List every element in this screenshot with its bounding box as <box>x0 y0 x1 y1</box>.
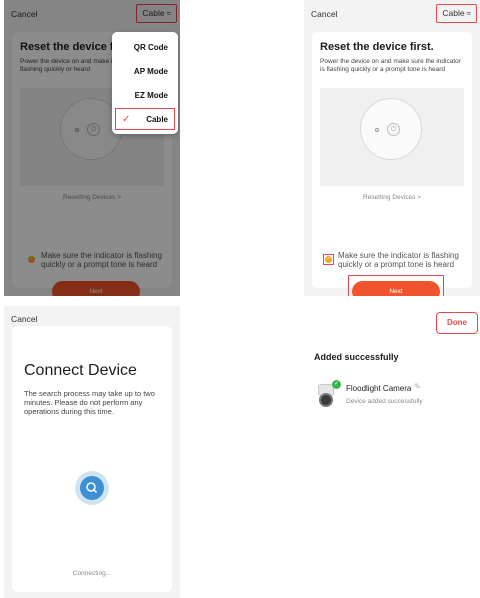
success-badge-icon: ✓ <box>332 380 341 389</box>
resetting-devices-label: Resetting Devices <box>363 194 416 201</box>
reset-screen-with-menu: Cancel Cable ≈ Reset the device firs Powe… <box>4 0 180 296</box>
menu-item-cable[interactable]: ✓ Cable <box>115 108 175 130</box>
indicator-light-icon <box>375 128 379 132</box>
added-title: Added successfully <box>314 352 399 362</box>
top-bar: Cancel Cable ≈ <box>304 0 480 28</box>
menu-item-qr-code[interactable]: QR Code <box>115 36 175 58</box>
device-illustration: ⏻ <box>320 88 464 186</box>
connect-title: Connect Device <box>24 362 137 379</box>
search-icon <box>80 476 104 500</box>
cancel-button[interactable]: Cancel <box>11 314 37 324</box>
menu-item-ap-mode[interactable]: AP Mode <box>115 60 175 82</box>
device-circle-icon: ⏻ <box>360 98 422 160</box>
search-spinner <box>75 471 109 505</box>
menu-item-cable-label: Cable <box>146 115 168 124</box>
cable-mode-button[interactable]: Cable ≈ <box>436 4 477 23</box>
camera-lens <box>319 393 333 407</box>
reset-screen: Cancel Cable ≈ Reset the device first. Po… <box>304 0 480 296</box>
check-icon: ✓ <box>325 256 332 263</box>
edit-icon[interactable]: ✎ <box>414 382 421 391</box>
connect-description: The search process may take up to two mi… <box>24 389 155 416</box>
cancel-button[interactable]: Cancel <box>311 9 337 19</box>
mode-dropdown-menu: QR Code AP Mode EZ Mode ✓ Cable <box>112 32 178 134</box>
checkbox[interactable]: ✓ <box>323 254 334 265</box>
connect-device-screen: Cancel Connect Device The search process… <box>4 306 180 598</box>
next-button[interactable]: Next <box>352 281 440 296</box>
device-name: Floodlight Camera <box>346 384 412 393</box>
reset-card: Reset the device first. Power the device… <box>312 32 472 296</box>
resetting-devices-link[interactable]: Resetting Devices > <box>312 194 472 201</box>
swap-icon: ≈ <box>466 9 471 18</box>
next-button-frame: Next <box>348 275 444 296</box>
connecting-status: Connecting... <box>72 570 112 577</box>
power-button-icon: ⏻ <box>387 123 400 136</box>
connect-card: Connect Device The search process may ta… <box>12 326 172 592</box>
reset-title: Reset the device first. <box>320 41 434 53</box>
device-status: Device added successfully <box>346 398 423 405</box>
added-success-screen: Done Added successfully ✓ Floodlight Cam… <box>304 306 480 598</box>
done-button[interactable]: Done <box>436 312 478 334</box>
reset-description: Power the device on and make sure the in… <box>320 58 461 73</box>
cable-mode-label: Cable <box>442 8 465 18</box>
menu-item-ez-mode[interactable]: EZ Mode <box>115 84 175 106</box>
checkmark-icon: ✓ <box>122 114 131 125</box>
chevron-right-icon: > <box>417 194 421 201</box>
checkbox-label: Make sure the indicator is flashing quic… <box>338 251 459 269</box>
camera-icon: ✓ <box>316 380 341 408</box>
